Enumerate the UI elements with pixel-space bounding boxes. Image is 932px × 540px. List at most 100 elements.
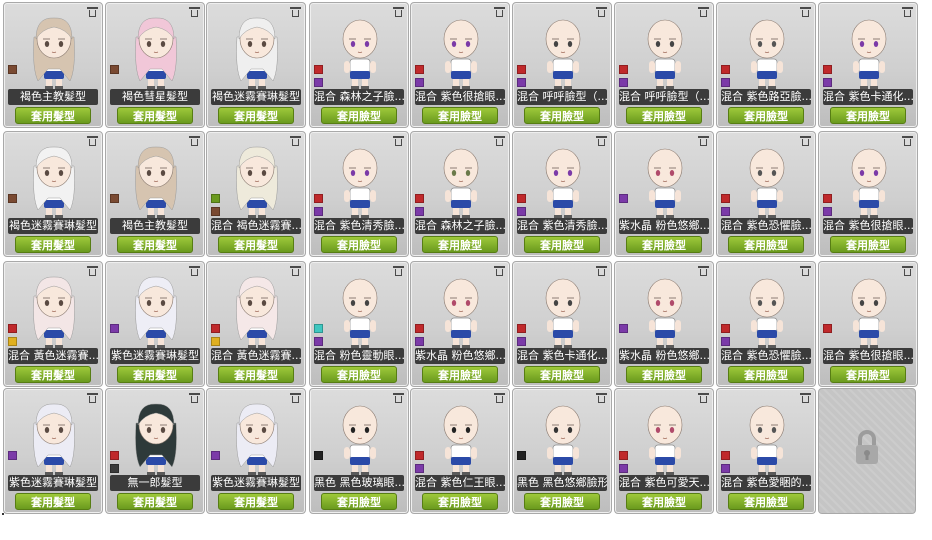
trash-icon[interactable] bbox=[596, 7, 607, 17]
apply-face-button[interactable]: 套用臉型 bbox=[422, 107, 498, 124]
item-slot[interactable]: 混合 紫色仁王眼... 套用臉型 bbox=[410, 388, 510, 514]
apply-hair-button[interactable]: 套用髮型 bbox=[15, 366, 91, 383]
apply-face-button[interactable]: 套用臉型 bbox=[524, 366, 600, 383]
apply-hair-button[interactable]: 套用髮型 bbox=[117, 236, 193, 253]
apply-face-button[interactable]: 套用臉型 bbox=[626, 107, 702, 124]
trash-icon[interactable] bbox=[902, 266, 913, 276]
item-slot[interactable]: 混合 呼呼臉型（... 套用臉型 bbox=[614, 2, 714, 128]
item-slot[interactable]: 混合 紫色很搶眼... 套用臉型 bbox=[818, 131, 918, 257]
item-slot[interactable]: 褐色迷霧賽琳髮型 套用髮型 bbox=[206, 2, 306, 128]
trash-icon[interactable] bbox=[393, 136, 404, 146]
trash-icon[interactable] bbox=[698, 393, 709, 403]
trash-icon[interactable] bbox=[393, 393, 404, 403]
locked-slot[interactable] bbox=[818, 388, 916, 514]
apply-face-button[interactable]: 套用臉型 bbox=[422, 236, 498, 253]
trash-icon[interactable] bbox=[494, 266, 505, 276]
apply-face-button[interactable]: 套用臉型 bbox=[524, 236, 600, 253]
apply-hair-button[interactable]: 套用髮型 bbox=[218, 493, 294, 510]
trash-icon[interactable] bbox=[494, 136, 505, 146]
apply-face-button[interactable]: 套用臉型 bbox=[728, 366, 804, 383]
item-slot[interactable]: 混合 紫色很搶眼... 套用臉型 bbox=[818, 261, 918, 387]
item-slot[interactable]: 混合 紫色很搶眼... 套用臉型 bbox=[410, 2, 510, 128]
item-slot[interactable]: 褐色彗星髮型 套用髮型 bbox=[105, 2, 205, 128]
apply-face-button[interactable]: 套用臉型 bbox=[728, 236, 804, 253]
apply-hair-button[interactable]: 套用髮型 bbox=[218, 366, 294, 383]
item-slot[interactable]: 混合 森林之子臉... 套用臉型 bbox=[410, 131, 510, 257]
trash-icon[interactable] bbox=[189, 393, 200, 403]
trash-icon[interactable] bbox=[87, 136, 98, 146]
trash-icon[interactable] bbox=[189, 7, 200, 17]
trash-icon[interactable] bbox=[290, 266, 301, 276]
item-slot[interactable]: 混合 紫色愛睏的... 套用臉型 bbox=[716, 388, 816, 514]
item-slot[interactable]: 紫水晶 粉色悠鄉... 套用臉型 bbox=[614, 131, 714, 257]
trash-icon[interactable] bbox=[494, 7, 505, 17]
apply-face-button[interactable]: 套用臉型 bbox=[626, 236, 702, 253]
apply-face-button[interactable]: 套用臉型 bbox=[626, 366, 702, 383]
item-slot[interactable]: 無一郎髮型 套用髮型 bbox=[105, 388, 205, 514]
item-slot[interactable]: 紫水晶 粉色悠鄉... 套用臉型 bbox=[614, 261, 714, 387]
trash-icon[interactable] bbox=[698, 136, 709, 146]
trash-icon[interactable] bbox=[800, 7, 811, 17]
apply-hair-button[interactable]: 套用髮型 bbox=[117, 493, 193, 510]
item-slot[interactable]: 混合 森林之子臉... 套用臉型 bbox=[309, 2, 409, 128]
apply-face-button[interactable]: 套用臉型 bbox=[524, 107, 600, 124]
item-slot[interactable]: 混合 紫色卡通化... 套用臉型 bbox=[512, 261, 612, 387]
trash-icon[interactable] bbox=[189, 136, 200, 146]
trash-icon[interactable] bbox=[596, 393, 607, 403]
apply-face-button[interactable]: 套用臉型 bbox=[422, 493, 498, 510]
item-slot[interactable]: 褐色迷霧賽琳髮型 套用髮型 bbox=[3, 131, 103, 257]
item-slot[interactable]: 混合 黃色迷霧賽... 套用髮型 bbox=[3, 261, 103, 387]
apply-face-button[interactable]: 套用臉型 bbox=[321, 236, 397, 253]
item-slot[interactable]: 混合 褐色迷霧賽... 套用髮型 bbox=[206, 131, 306, 257]
apply-face-button[interactable]: 套用臉型 bbox=[422, 366, 498, 383]
item-slot[interactable]: 混合 紫色路亞臉... 套用臉型 bbox=[716, 2, 816, 128]
trash-icon[interactable] bbox=[87, 266, 98, 276]
item-slot[interactable]: 褐色主教髮型 套用髮型 bbox=[105, 131, 205, 257]
apply-hair-button[interactable]: 套用髮型 bbox=[218, 236, 294, 253]
trash-icon[interactable] bbox=[596, 266, 607, 276]
apply-face-button[interactable]: 套用臉型 bbox=[728, 107, 804, 124]
item-slot[interactable]: 混合 紫色清秀臉... 套用臉型 bbox=[512, 131, 612, 257]
item-slot[interactable]: 混合 粉色靈動眼... 套用臉型 bbox=[309, 261, 409, 387]
apply-hair-button[interactable]: 套用髮型 bbox=[15, 493, 91, 510]
apply-face-button[interactable]: 套用臉型 bbox=[321, 493, 397, 510]
trash-icon[interactable] bbox=[393, 266, 404, 276]
apply-hair-button[interactable]: 套用髮型 bbox=[15, 107, 91, 124]
trash-icon[interactable] bbox=[902, 136, 913, 146]
apply-face-button[interactable]: 套用臉型 bbox=[321, 107, 397, 124]
apply-hair-button[interactable]: 套用髮型 bbox=[218, 107, 294, 124]
trash-icon[interactable] bbox=[290, 393, 301, 403]
trash-icon[interactable] bbox=[698, 266, 709, 276]
item-slot[interactable]: 黑色 黑色悠鄉臉形 套用臉型 bbox=[512, 388, 612, 514]
trash-icon[interactable] bbox=[494, 393, 505, 403]
apply-hair-button[interactable]: 套用髮型 bbox=[117, 366, 193, 383]
trash-icon[interactable] bbox=[800, 266, 811, 276]
item-slot[interactable]: 紫色迷霧賽琳髮型 套用髮型 bbox=[105, 261, 205, 387]
apply-face-button[interactable]: 套用臉型 bbox=[626, 493, 702, 510]
trash-icon[interactable] bbox=[800, 136, 811, 146]
item-slot[interactable]: 混合 黃色迷霧賽... 套用髮型 bbox=[206, 261, 306, 387]
apply-face-button[interactable]: 套用臉型 bbox=[830, 236, 906, 253]
item-slot[interactable]: 紫水晶 粉色悠鄉... 套用臉型 bbox=[410, 261, 510, 387]
apply-face-button[interactable]: 套用臉型 bbox=[830, 366, 906, 383]
trash-icon[interactable] bbox=[87, 393, 98, 403]
apply-face-button[interactable]: 套用臉型 bbox=[830, 107, 906, 124]
item-slot[interactable]: 混合 紫色恐懼臉... 套用臉型 bbox=[716, 261, 816, 387]
item-slot[interactable]: 混合 紫色可愛天... 套用臉型 bbox=[614, 388, 714, 514]
trash-icon[interactable] bbox=[698, 7, 709, 17]
item-slot[interactable]: 褐色主教髮型 套用髮型 bbox=[3, 2, 103, 128]
item-slot[interactable]: 混合 紫色恐懼臉... 套用臉型 bbox=[716, 131, 816, 257]
apply-hair-button[interactable]: 套用髮型 bbox=[15, 236, 91, 253]
trash-icon[interactable] bbox=[800, 393, 811, 403]
apply-hair-button[interactable]: 套用髮型 bbox=[117, 107, 193, 124]
trash-icon[interactable] bbox=[189, 266, 200, 276]
apply-face-button[interactable]: 套用臉型 bbox=[321, 366, 397, 383]
item-slot[interactable]: 黑色 黑色玻璃眼... 套用臉型 bbox=[309, 388, 409, 514]
item-slot[interactable]: 混合 紫色卡通化... 套用臉型 bbox=[818, 2, 918, 128]
item-slot[interactable]: 混合 呼呼臉型（... 套用臉型 bbox=[512, 2, 612, 128]
apply-face-button[interactable]: 套用臉型 bbox=[524, 493, 600, 510]
trash-icon[interactable] bbox=[596, 136, 607, 146]
trash-icon[interactable] bbox=[393, 7, 404, 17]
item-slot[interactable]: 紫色迷霧賽琳髮型 套用髮型 bbox=[206, 388, 306, 514]
item-slot[interactable]: 紫色迷霧賽琳髮型 套用髮型 bbox=[3, 388, 103, 514]
